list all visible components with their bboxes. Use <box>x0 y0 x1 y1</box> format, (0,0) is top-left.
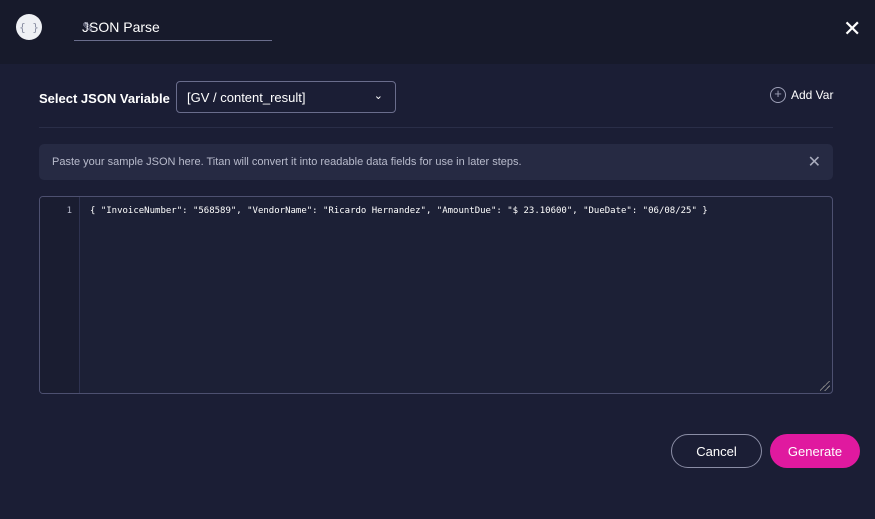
dialog-header: { } JSON Parse ✎ ✕ <box>0 0 875 64</box>
json-variable-label: Select JSON Variable <box>39 91 170 106</box>
info-banner: Paste your sample JSON here. Titan will … <box>39 144 833 180</box>
plus-circle-icon: + <box>770 87 786 103</box>
generate-button[interactable]: Generate <box>770 434 860 468</box>
divider <box>39 127 833 128</box>
code-line[interactable]: { "InvoiceNumber": "568589", "VendorName… <box>90 206 708 216</box>
line-number-gutter: 1 <box>40 197 80 393</box>
close-button[interactable]: ✕ <box>843 16 861 42</box>
step-title-field[interactable]: JSON Parse ✎ <box>74 14 272 41</box>
add-var-button[interactable]: + Add Var <box>770 87 833 103</box>
info-text: Paste your sample JSON here. Titan will … <box>52 156 522 168</box>
selected-value: [GV / content_result] <box>187 90 306 105</box>
line-number: 1 <box>67 206 72 216</box>
dismiss-info-icon[interactable]: ✕ <box>808 152 821 172</box>
chevron-down-icon: ⌄ <box>374 89 383 102</box>
resize-handle[interactable] <box>820 381 830 391</box>
json-variable-select[interactable]: [GV / content_result] ⌄ <box>176 81 396 113</box>
pencil-icon[interactable]: ✎ <box>82 19 266 36</box>
json-braces-icon: { } <box>16 14 42 40</box>
cancel-button[interactable]: Cancel <box>671 434 762 468</box>
json-editor[interactable]: 1 { "InvoiceNumber": "568589", "VendorNa… <box>39 196 833 394</box>
add-var-label: Add Var <box>791 88 833 102</box>
